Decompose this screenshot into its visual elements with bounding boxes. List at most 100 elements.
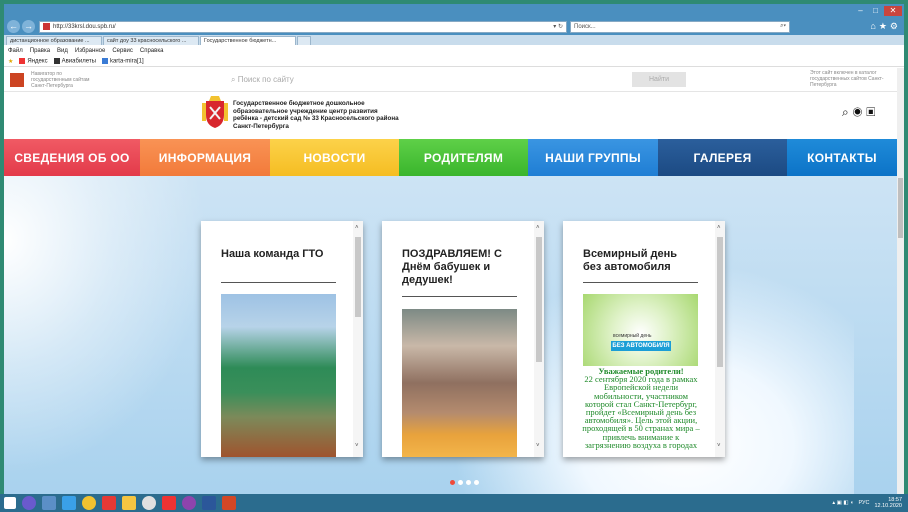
card-body-text: 22 сентября 2020 года в рамках Европейск…: [582, 374, 700, 450]
page-scrollbar[interactable]: [897, 68, 904, 494]
image-caption-small: всемирный день: [613, 333, 652, 339]
card-title[interactable]: Наша команда ГТО: [221, 248, 336, 261]
favorites-bar: ★ Яндекс Авиабилеты karta-mira[1]: [4, 56, 904, 67]
refresh-icon[interactable]: ▾ ↻: [553, 23, 563, 30]
menu-tools[interactable]: Сервис: [112, 48, 133, 54]
close-icon[interactable]: ✕: [884, 6, 902, 16]
language-indicator[interactable]: РУС: [858, 500, 869, 506]
page-scroll-thumb[interactable]: [898, 178, 903, 238]
browser-search-input[interactable]: Поиск... ⌕▾: [570, 20, 790, 33]
minimize-icon[interactable]: –: [854, 6, 867, 16]
nav-roditelyam[interactable]: РОДИТЕЛЯМ: [399, 139, 528, 176]
task-view-icon[interactable]: [42, 496, 56, 510]
ie-icon[interactable]: [62, 496, 76, 510]
yandex-icon[interactable]: [162, 496, 176, 510]
tab-dou33-site[interactable]: сайт доу 33 красносельского ...: [103, 36, 199, 45]
chrome-icon[interactable]: [82, 496, 96, 510]
tab-state-budget[interactable]: Государственное бюджетн...: [200, 36, 296, 45]
chevron-down-icon[interactable]: ˅: [536, 443, 540, 449]
menu-file[interactable]: Файл: [8, 48, 23, 54]
card-image[interactable]: [402, 309, 517, 457]
card-title[interactable]: Всемирный день без автомобиля: [583, 248, 698, 274]
powerpoint-icon[interactable]: [222, 496, 236, 510]
menu-edit[interactable]: Правка: [30, 48, 50, 54]
fav-karta-mira[interactable]: karta-mira[1]: [101, 57, 144, 64]
divider: [583, 282, 698, 283]
card-body: Уважаемые родители! 22 сентября 2020 год…: [579, 367, 703, 449]
maximize-icon[interactable]: □: [869, 6, 882, 16]
carousel-dot-1[interactable]: [450, 480, 455, 485]
tab-strip: дистанционное образование ... сайт доу 3…: [4, 35, 904, 45]
gov-navigator-strip: Навигатор по государственным сайтам Санк…: [4, 68, 897, 92]
clock-date: 12.10.2020: [874, 503, 902, 509]
catalog-note[interactable]: Этот сайт включен в каталог государствен…: [810, 70, 892, 88]
chevron-down-icon[interactable]: ˅: [355, 443, 359, 449]
fav-yandex[interactable]: Яндекс: [19, 57, 48, 64]
carousel-dot-4[interactable]: [474, 480, 479, 485]
background-decoration: [4, 176, 224, 494]
chevron-up-icon[interactable]: ˄: [717, 225, 721, 231]
chevron-up-icon[interactable]: ˄: [355, 225, 359, 231]
news-card-car-free-day[interactable]: Всемирный день без автомобиля всемирный …: [563, 221, 725, 457]
forward-icon[interactable]: →: [22, 20, 35, 33]
nav-nashi-gruppy[interactable]: НАШИ ГРУППЫ: [528, 139, 658, 176]
card-scrollbar[interactable]: ˄ ˅: [534, 221, 544, 457]
menu-favorites[interactable]: Избранное: [75, 48, 105, 54]
word-icon[interactable]: [202, 496, 216, 510]
divider: [402, 296, 517, 297]
cortana-icon[interactable]: [22, 496, 36, 510]
new-tab-button[interactable]: [297, 36, 311, 45]
toolbar-icons[interactable]: ⌂★⚙: [870, 21, 901, 32]
main-nav: СВЕДЕНИЯ ОБ ОО ИНФОРМАЦИЯ НОВОСТИ РОДИТЕ…: [4, 139, 897, 176]
site-search-input[interactable]: ⌕ Поиск по сайту: [231, 75, 294, 85]
card-image[interactable]: всемирный день БЕЗ АВТОМОБИЛЯ: [583, 294, 698, 366]
tray-icons[interactable]: ▴ ▣ ◧ ◖: [832, 500, 853, 506]
url-text: http://33krsl.dou.spb.ru/: [53, 23, 116, 30]
scroll-thumb[interactable]: [355, 237, 361, 317]
start-windows-icon[interactable]: [4, 497, 16, 509]
menu-help[interactable]: Справка: [140, 48, 164, 54]
app-icon[interactable]: [182, 496, 196, 510]
menu-view[interactable]: Вид: [57, 48, 68, 54]
fav-aviatickets[interactable]: Авиабилеты: [53, 57, 96, 64]
carousel-dot-3[interactable]: [466, 480, 471, 485]
opera-icon[interactable]: [142, 496, 156, 510]
org-name: Государственное бюджетное дошкольное обр…: [233, 100, 399, 130]
url-input[interactable]: http://33krsl.dou.spb.ru/ ▾ ↻: [39, 20, 567, 33]
clock[interactable]: 18:57 12.10.2020: [874, 497, 902, 509]
site-favicon-icon: [43, 23, 50, 30]
navigator-link[interactable]: Навигатор по государственным сайтам Санк…: [31, 71, 101, 89]
nav-galereya[interactable]: ГАЛЕРЕЯ: [658, 139, 787, 176]
scroll-thumb[interactable]: [536, 237, 542, 362]
divider: [221, 282, 336, 283]
card-title[interactable]: ПОЗДРАВЛЯЕМ! С Днём бабушек и дедушек!: [402, 248, 517, 287]
nav-novosti[interactable]: НОВОСТИ: [270, 139, 399, 176]
news-card-gto[interactable]: Наша команда ГТО ˄ ˅: [201, 221, 363, 457]
sitemap-icon[interactable]: ▣: [866, 105, 879, 119]
card-scrollbar[interactable]: ˄ ˅: [715, 221, 725, 457]
site-header: Государственное бюджетное дошкольное обр…: [4, 92, 897, 139]
yandex-browser-icon[interactable]: [102, 496, 116, 510]
nav-informaciya[interactable]: ИНФОРМАЦИЯ: [140, 139, 270, 176]
image-icon: [101, 57, 108, 64]
card-scrollbar[interactable]: ˄ ˅: [353, 221, 363, 457]
carousel-dot-2[interactable]: [458, 480, 463, 485]
chevron-down-icon[interactable]: ˅: [717, 443, 721, 449]
search-icon[interactable]: ⌕▾: [780, 23, 786, 30]
favorites-star-icon[interactable]: ★: [8, 58, 13, 65]
news-card-grandparents[interactable]: ПОЗДРАВЛЯЕМ! С Днём бабушек и дедушек! ˄…: [382, 221, 544, 457]
tab-distance-education[interactable]: дистанционное образование ...: [6, 36, 102, 45]
address-bar-row: ← → http://33krsl.dou.spb.ru/ ▾ ↻ Поиск.…: [4, 18, 904, 35]
nav-svedeniya[interactable]: СВЕДЕНИЯ ОБ ОО: [4, 139, 140, 176]
chevron-up-icon[interactable]: ˄: [536, 225, 540, 231]
system-tray: ▴ ▣ ◧ ◖ РУС 18:57 12.10.2020: [832, 497, 902, 509]
accessibility-eye-icon[interactable]: ◉: [853, 105, 867, 119]
scroll-thumb[interactable]: [717, 237, 723, 367]
nav-kontakty[interactable]: КОНТАКТЫ: [787, 139, 897, 176]
back-icon[interactable]: ←: [7, 20, 20, 33]
plane-icon: [53, 57, 60, 64]
file-explorer-icon[interactable]: [122, 496, 136, 510]
find-button[interactable]: Найти: [632, 72, 686, 87]
card-image[interactable]: [221, 294, 336, 457]
search-icon[interactable]: ⌕: [842, 105, 853, 119]
